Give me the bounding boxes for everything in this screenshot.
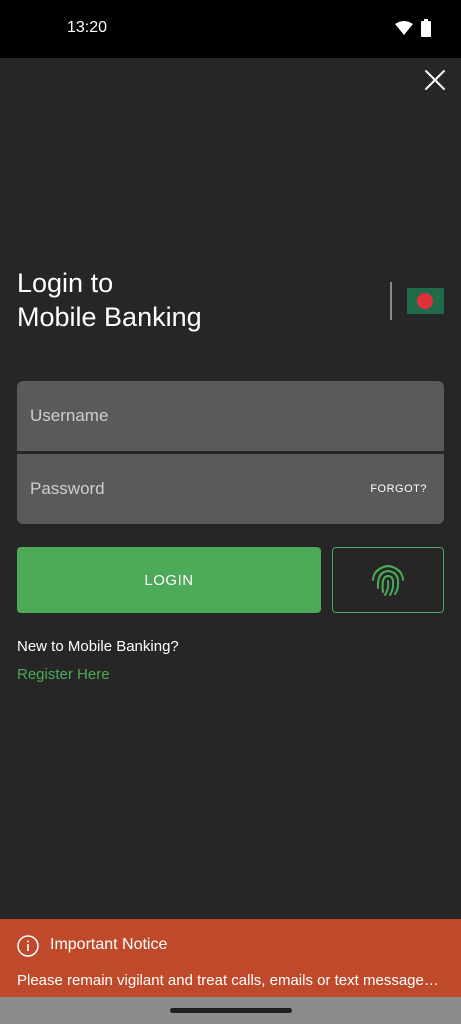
fingerprint-login-button[interactable]	[332, 547, 444, 613]
home-indicator[interactable]	[170, 1008, 292, 1013]
password-field[interactable]: Password FORGOT?	[17, 454, 444, 524]
register-prompt: New to Mobile Banking?	[17, 638, 179, 655]
title-divider	[390, 282, 392, 320]
info-icon	[17, 935, 39, 957]
status-bar: 13:20	[0, 0, 461, 58]
username-field[interactable]: Username	[17, 381, 444, 451]
forgot-password-link[interactable]: FORGOT?	[370, 483, 427, 495]
close-button[interactable]	[421, 68, 449, 96]
wifi-icon	[395, 20, 413, 41]
login-button-label: LOGIN	[144, 571, 194, 589]
page-title-line2: Mobile Banking	[17, 302, 202, 332]
login-button[interactable]: LOGIN	[17, 547, 321, 613]
battery-icon	[421, 19, 431, 42]
close-icon	[424, 69, 446, 96]
notice-body: Please remain vigilant and treat calls, …	[17, 972, 445, 989]
page-title-line1: Login to	[17, 268, 114, 298]
password-placeholder: Password	[30, 479, 105, 498]
status-time: 13:20	[67, 19, 108, 36]
username-placeholder: Username	[30, 406, 109, 425]
navigation-bar	[0, 997, 461, 1024]
register-link[interactable]: Register Here	[17, 666, 110, 683]
status-icons	[395, 19, 431, 42]
notice-title: Important Notice	[50, 936, 168, 953]
bangladesh-flag-icon[interactable]	[407, 288, 444, 314]
fingerprint-icon	[368, 558, 408, 603]
flag-red-disc	[417, 293, 433, 309]
important-notice-banner[interactable]: Important Notice Please remain vigilant …	[0, 919, 461, 997]
page-title: Login to Mobile Banking	[17, 266, 202, 334]
